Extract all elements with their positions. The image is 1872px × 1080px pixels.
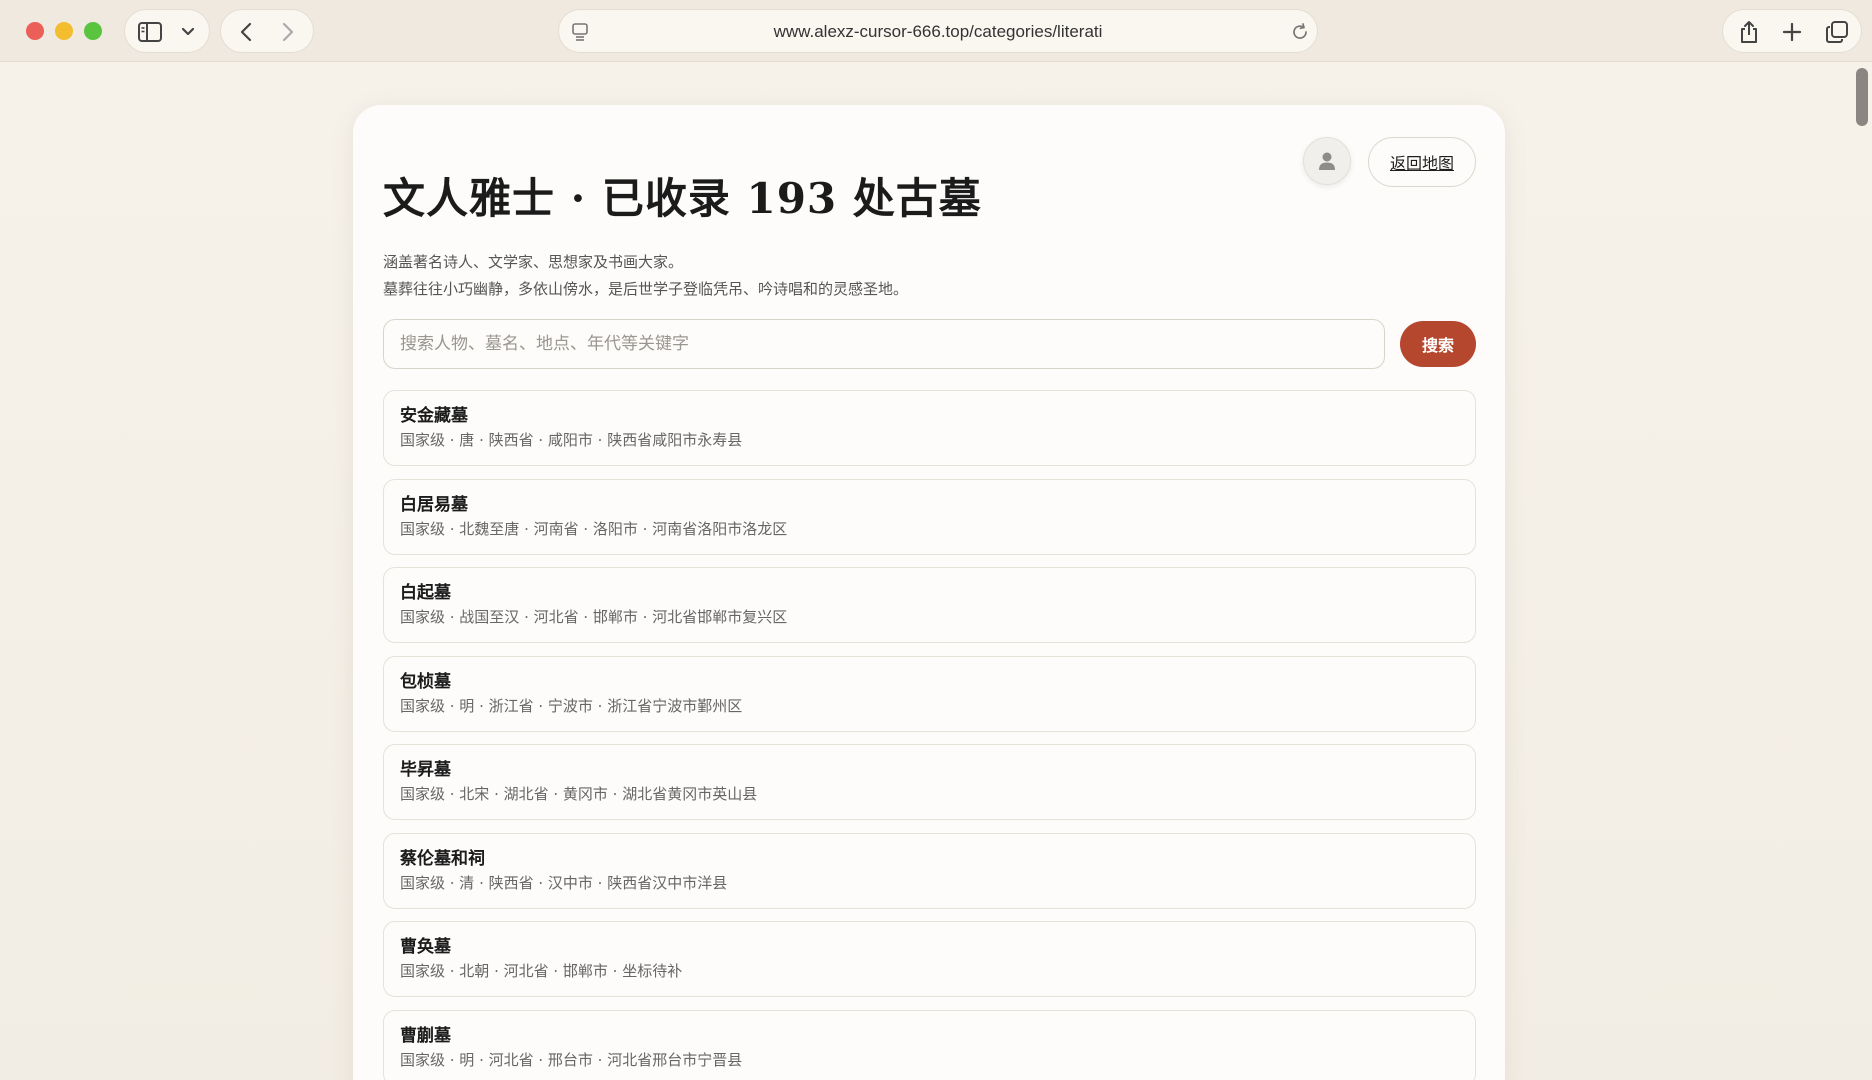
tomb-list-item[interactable]: 曹蒯墓 国家级 · 明 · 河北省 · 邢台市 · 河北省邢台市宁晋县	[383, 1009, 1476, 1080]
tomb-name: 曹蒯墓	[400, 1025, 451, 1046]
tomb-meta: 国家级 · 北魏至唐 · 河南省 · 洛阳市 · 河南省洛阳市洛龙区	[400, 519, 788, 538]
tomb-name: 安金藏墓	[400, 406, 468, 426]
chevron-down-icon[interactable]	[177, 23, 199, 41]
sidebar-toggle-group	[124, 9, 210, 53]
toolbar-actions-group	[1722, 9, 1862, 53]
description-line: 墓葬往往小巧幽静，多依山傍水，是后世学子登临凭吊、吟诗唱和的灵感圣地。	[383, 280, 909, 298]
tomb-name: 曹奂墓	[400, 937, 451, 957]
url-text[interactable]: www.alexz-cursor-666.top/categories/lite…	[559, 10, 1317, 54]
reload-icon[interactable]	[1289, 22, 1311, 42]
back-arrow-icon[interactable]	[235, 21, 257, 43]
sidebar-icon[interactable]	[137, 21, 163, 43]
user-avatar-button[interactable]	[1303, 137, 1351, 185]
vertical-scrollbar[interactable]	[1856, 68, 1868, 126]
tomb-list-item[interactable]: 毕昇墓 国家级 · 北宋 · 湖北省 · 黄冈市 · 湖北省黄冈市英山县	[383, 744, 1476, 820]
close-window-button[interactable]	[26, 22, 44, 40]
tomb-list-item[interactable]: 白居易墓 国家级 · 北魏至唐 · 河南省 · 洛阳市 · 河南省洛阳市洛龙区	[383, 478, 1476, 555]
category-card: 返回地图 文人雅士 · 已收录 193 处古墓 涵盖著名诗人、文学家、思想家及书…	[353, 105, 1505, 1080]
tomb-meta: 国家级 · 北宋 · 湖北省 · 黄冈市 · 湖北省黄冈市英山县	[400, 785, 758, 803]
minimize-window-button[interactable]	[55, 22, 73, 40]
tab-overview-icon[interactable]	[1825, 21, 1849, 43]
tomb-list-item[interactable]: 蔡伦墓和祠 国家级 · 清 · 陕西省 · 汉中市 · 陕西省汉中市洋县	[383, 832, 1476, 909]
tomb-meta: 国家级 · 明 · 浙江省 · 宁波市 · 浙江省宁波市鄞州区	[400, 696, 743, 715]
tomb-name: 蔡伦墓和祠	[400, 848, 485, 869]
tomb-list-item[interactable]: 白起墓 国家级 · 战国至汉 · 河北省 · 邯郸市 · 河北省邯郸市复兴区	[383, 567, 1476, 643]
tomb-meta: 国家级 · 明 · 河北省 · 邢台市 · 河北省邢台市宁晋县	[400, 1050, 743, 1069]
zoom-window-button[interactable]	[84, 22, 102, 40]
tomb-meta: 国家级 · 清 · 陕西省 · 汉中市 · 陕西省汉中市洋县	[400, 873, 728, 892]
tomb-name: 白居易墓	[400, 494, 468, 515]
address-bar[interactable]: www.alexz-cursor-666.top/categories/lite…	[558, 9, 1318, 53]
new-tab-icon[interactable]	[1781, 21, 1803, 43]
tomb-meta: 国家级 · 唐 · 陕西省 · 咸阳市 · 陕西省咸阳市永寿县	[400, 431, 743, 449]
forward-arrow-icon[interactable]	[277, 21, 299, 43]
page-title: 文人雅士 · 已收录 193 处古墓	[383, 174, 982, 223]
search-button[interactable]: 搜索	[1400, 321, 1476, 367]
tomb-list-item[interactable]: 安金藏墓 国家级 · 唐 · 陕西省 · 咸阳市 · 陕西省咸阳市永寿县	[383, 390, 1476, 466]
navigation-group	[220, 9, 314, 53]
search-input[interactable]	[383, 319, 1385, 369]
tomb-list: 安金藏墓 国家级 · 唐 · 陕西省 · 咸阳市 · 陕西省咸阳市永寿县 白居易…	[383, 390, 1476, 1080]
share-icon[interactable]	[1737, 20, 1761, 44]
back-to-map-button[interactable]: 返回地图	[1368, 137, 1476, 187]
tomb-meta: 国家级 · 北朝 · 河北省 · 邯郸市 · 坐标待补	[400, 962, 683, 980]
tomb-name: 包桢墓	[400, 671, 451, 692]
tomb-list-item[interactable]: 曹奂墓 国家级 · 北朝 · 河北省 · 邯郸市 · 坐标待补	[383, 921, 1476, 997]
browser-toolbar: www.alexz-cursor-666.top/categories/lite…	[0, 0, 1872, 62]
tomb-name: 毕昇墓	[400, 760, 451, 780]
tomb-meta: 国家级 · 战国至汉 · 河北省 · 邯郸市 · 河北省邯郸市复兴区	[400, 608, 788, 626]
tomb-list-item[interactable]: 包桢墓 国家级 · 明 · 浙江省 · 宁波市 · 浙江省宁波市鄞州区	[383, 655, 1476, 732]
tomb-name: 白起墓	[400, 583, 451, 603]
user-icon	[1318, 151, 1336, 171]
description-line: 涵盖著名诗人、文学家、思想家及书画大家。	[383, 253, 684, 271]
